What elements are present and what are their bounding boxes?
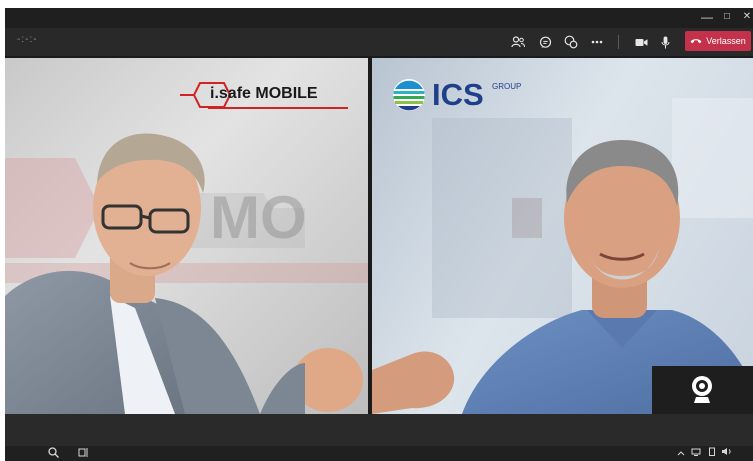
meeting-timer: -:-:- [17,34,38,45]
tray-battery-button[interactable] [708,447,716,459]
taskbar-search-button[interactable] [48,447,59,461]
leave-button[interactable]: Verlassen [685,31,751,51]
taskbar-task-view-button[interactable] [78,447,89,461]
microphone-icon [661,36,669,48]
wall-signage-text: MO [210,184,307,251]
microphone-button[interactable] [655,33,675,51]
meeting-control-bar: -:-:- Verlassen [5,28,753,56]
network-icon [691,448,701,456]
search-icon [48,447,59,458]
participant-video-tile[interactable]: ICS GROUP [372,58,753,414]
close-button[interactable]: ✕ [739,8,753,28]
chat-button[interactable] [535,33,555,51]
chevron-up-icon [677,451,685,456]
tray-overflow-button[interactable] [677,447,685,459]
battery-icon [709,447,715,456]
maximize-button[interactable]: □ [719,8,735,28]
ics-logo-text: ICS [432,77,484,112]
reactions-icon [564,35,578,49]
video-stage: MO i.safe MOBILE ICS GROUP [5,56,753,414]
volume-icon [722,448,731,455]
meeting-bottom-band [5,414,753,446]
camera-button[interactable] [631,33,651,51]
toolbar-divider [618,35,619,49]
window-title-bar: — □ ✕ [5,8,753,28]
hang-up-icon [690,39,702,44]
ics-logo-suffix: GROUP [492,82,522,91]
participant-video-tile[interactable]: MO i.safe MOBILE [5,58,368,414]
camera-icon [635,38,647,46]
reactions-button[interactable] [561,33,581,51]
self-view-tile[interactable] [652,366,753,414]
ics-group-logo: ICS GROUP [392,76,552,116]
chat-icon [539,36,551,48]
webcam-icon [692,376,712,403]
tray-network-button[interactable] [691,447,701,459]
task-view-icon [78,448,88,457]
participants-icon [511,36,525,48]
leave-button-label: Verlassen [706,36,746,46]
isafe-mobile-logo-text: i.safe MOBILE [210,85,318,102]
isafe-mobile-logo: i.safe MOBILE [180,81,352,113]
participants-button[interactable] [508,33,528,51]
tray-volume-button[interactable] [721,447,733,459]
more-options-icon [591,40,603,44]
ics-globe-mark [393,79,425,111]
taskbar [5,446,753,461]
minimize-button[interactable]: — [699,8,715,28]
more-options-button[interactable] [587,33,607,51]
